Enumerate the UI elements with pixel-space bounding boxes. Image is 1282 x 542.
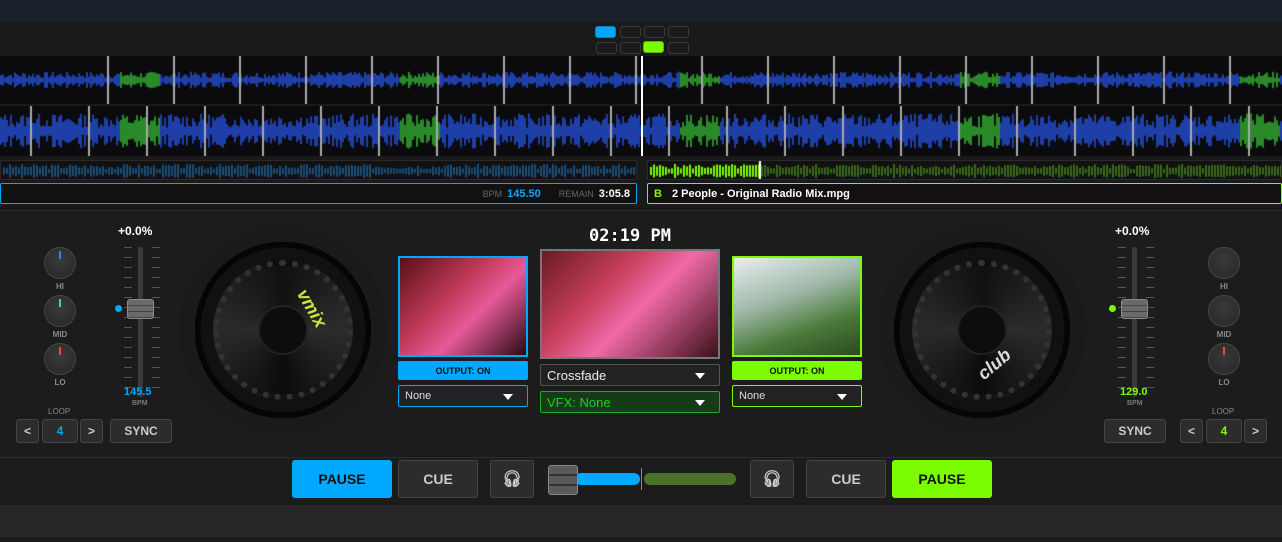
loop-size[interactable]: 4 — [1206, 419, 1242, 443]
pad-8[interactable] — [668, 42, 689, 54]
pitch-reset-dot[interactable] — [115, 305, 122, 312]
headphones-button-b[interactable]: 🎧︎ — [750, 460, 794, 498]
effect-value: None — [739, 390, 766, 402]
headphones-button-a[interactable]: 🎧︎ — [490, 460, 534, 498]
eq-hi-knob-b[interactable] — [1208, 247, 1240, 279]
sync-button[interactable]: SYNC — [1104, 419, 1166, 443]
effect-select-a[interactable]: None — [398, 385, 528, 407]
eq-hi-knob-a[interactable] — [44, 247, 76, 279]
master-output-preview — [540, 249, 720, 359]
jog-wheel-b[interactable]: club — [878, 226, 1086, 434]
loop-next-button[interactable]: > — [80, 419, 103, 443]
bpm-unit: BPM — [1127, 400, 1143, 407]
pitch-reset-dot[interactable] — [1109, 305, 1116, 312]
effect-value: None — [405, 390, 432, 402]
video-preview-b — [732, 256, 862, 357]
remain-label: REMAIN — [558, 188, 594, 199]
title-bar — [0, 0, 1282, 22]
bpm-label: BPM — [482, 188, 503, 199]
loop-prev-button[interactable]: < — [1180, 419, 1203, 443]
headphones-icon: 🎧︎ — [501, 471, 523, 488]
pause-button-b[interactable]: PAUSE — [892, 460, 992, 498]
jog-wheel-a[interactable]: vmix — [179, 226, 387, 434]
clock: 02:19 PM — [589, 226, 671, 246]
sync-button[interactable]: SYNC — [110, 419, 172, 443]
cue-button-a[interactable]: CUE — [398, 460, 478, 498]
track-title: 2 People - Original Radio Mix.mpg — [671, 187, 850, 200]
pitch-percent-a: +0.0% — [118, 224, 153, 238]
eq-mid-label: MID — [1216, 330, 1232, 339]
pitch-thumb[interactable] — [1121, 299, 1148, 319]
pad-6[interactable] — [620, 42, 641, 54]
loop-prev-button[interactable]: < — [16, 419, 39, 443]
playhead — [641, 56, 643, 156]
headphones-icon: 🎧︎ — [761, 471, 783, 488]
video-preview-a — [398, 256, 528, 357]
bpm-unit: BPM — [132, 400, 148, 407]
eq-hi-label: HI — [56, 282, 64, 291]
overview-deck-b[interactable] — [647, 160, 1282, 180]
output-toggle-b[interactable]: OUTPUT: ON — [732, 361, 862, 380]
vfx-value: VFX: None — [547, 394, 611, 410]
bpm-value: 145.50 — [507, 187, 541, 200]
eq-mid-label: MID — [52, 330, 68, 339]
output-toggle-a[interactable]: OUTPUT: ON — [398, 361, 528, 380]
loop-next-button[interactable]: > — [1244, 419, 1267, 443]
pad-1[interactable] — [595, 26, 616, 38]
eq-mid-knob-b[interactable] — [1208, 295, 1240, 327]
overview-deck-a[interactable] — [0, 160, 637, 180]
eq-lo-knob-a[interactable] — [44, 343, 76, 375]
loop-label: LOOP — [48, 407, 71, 416]
eq-lo-label: LO — [54, 378, 66, 387]
deck-b-info: B 2 People - Original Radio Mix.mpg — [647, 183, 1282, 204]
pause-button-a[interactable]: PAUSE — [292, 460, 392, 498]
crossfader-thumb[interactable] — [548, 465, 578, 495]
eq-lo-knob-b[interactable] — [1208, 343, 1240, 375]
loop-label: LOOP — [1212, 407, 1235, 416]
deck-bpm-b: 129.0 — [1120, 386, 1148, 398]
pad-5[interactable] — [596, 42, 617, 54]
loop-size[interactable]: 4 — [42, 419, 78, 443]
vfx-select[interactable]: VFX: None — [540, 391, 720, 413]
footer-bar — [0, 505, 1282, 537]
pad-7[interactable] — [643, 41, 664, 53]
deck-bpm-a: 145.5 — [124, 386, 152, 398]
pad-2[interactable] — [620, 26, 641, 38]
pad-4[interactable] — [668, 26, 689, 38]
deck-a-info: BPM 145.50 REMAIN 3:05.8 — [0, 183, 637, 204]
cue-button-b[interactable]: CUE — [806, 460, 886, 498]
remain-value: 3:05.8 — [598, 187, 630, 200]
pitch-percent-b: +0.0% — [1115, 224, 1150, 238]
eq-mid-knob-a[interactable] — [44, 295, 76, 327]
eq-hi-label: HI — [1220, 282, 1228, 291]
transition-select[interactable]: Crossfade — [540, 364, 720, 386]
transition-value: Crossfade — [547, 367, 607, 383]
deck-letter: B — [654, 187, 662, 200]
mixer-panel: HI MID LO +0.0% 145.5 BPM LOOP < 4 > SYN… — [0, 210, 1282, 457]
eq-lo-label: LO — [1218, 378, 1230, 387]
pad-3[interactable] — [644, 26, 665, 38]
pitch-thumb[interactable] — [127, 299, 154, 319]
effect-select-b[interactable]: None — [732, 385, 862, 407]
